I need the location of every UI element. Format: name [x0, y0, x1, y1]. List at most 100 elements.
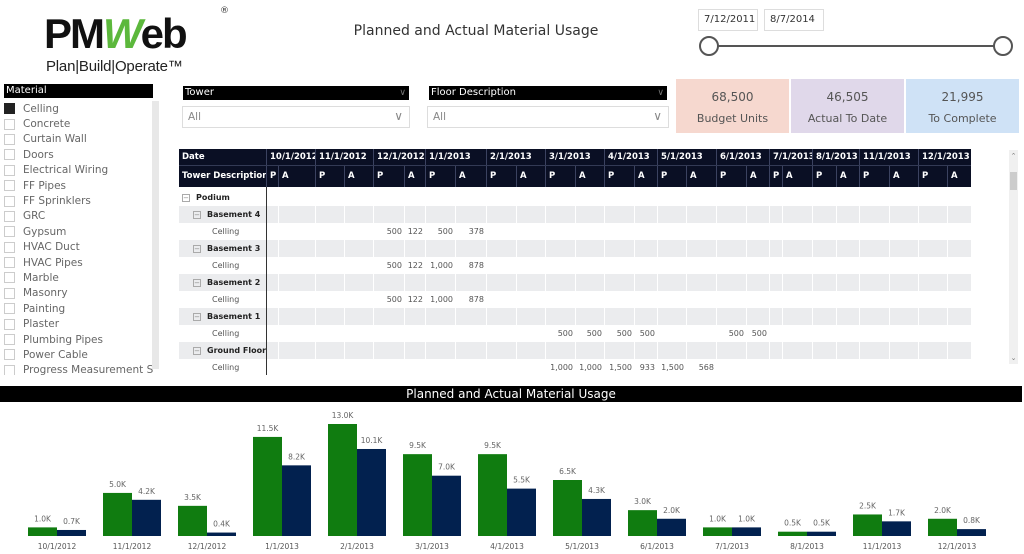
material-slicer-item[interactable]: FF Sprinklers [4, 193, 154, 208]
material-slicer-item[interactable]: Painting [4, 301, 154, 316]
actual-bar[interactable] [132, 499, 161, 536]
actual-bar[interactable] [282, 465, 311, 536]
checkbox[interactable] [4, 133, 15, 145]
actual-bar[interactable] [882, 521, 911, 536]
matrix-planned-header[interactable]: P [918, 166, 947, 187]
actual-bar[interactable] [357, 448, 386, 536]
checkbox[interactable] [4, 149, 15, 161]
material-slicer-item[interactable]: Doors [4, 147, 154, 162]
checkbox[interactable] [4, 180, 15, 192]
material-slicer-item[interactable]: Masonry [4, 286, 154, 301]
matrix-planned-header[interactable]: P [716, 166, 746, 187]
checkbox[interactable] [4, 303, 15, 315]
planned-bar[interactable] [178, 505, 207, 536]
material-slicer-item[interactable]: Celling [4, 101, 154, 116]
matrix-actual-header[interactable]: A [516, 166, 545, 187]
checkbox[interactable] [4, 272, 15, 284]
material-slicer-item[interactable]: HVAC Duct [4, 240, 154, 255]
checkbox[interactable] [4, 349, 15, 361]
matrix-date-header[interactable]: 11/1/2012 [315, 149, 373, 165]
planned-bar[interactable] [403, 454, 432, 536]
matrix-date-header[interactable]: 1/1/2013 [425, 149, 486, 165]
planned-bar[interactable] [328, 424, 357, 536]
checkbox[interactable] [4, 257, 15, 269]
actual-bar[interactable] [582, 498, 611, 536]
checkbox[interactable] [4, 287, 15, 299]
matrix-actual-header[interactable]: A [782, 166, 812, 187]
start-date-input[interactable]: 7/12/2011 [698, 9, 758, 31]
material-slicer-item[interactable]: Progress Measurement Sys [4, 363, 154, 375]
planned-bar[interactable] [28, 527, 57, 536]
checkbox[interactable] [4, 210, 15, 222]
end-date-input[interactable]: 8/7/2014 [764, 9, 824, 31]
actual-bar[interactable] [957, 529, 986, 536]
checkbox[interactable] [4, 195, 15, 207]
matrix-date-header[interactable]: 8/1/2013 [812, 149, 859, 165]
planned-bar[interactable] [553, 480, 582, 536]
planned-bar[interactable] [103, 492, 132, 536]
matrix-actual-header[interactable]: A [889, 166, 918, 187]
matrix-actual-header[interactable]: A [344, 166, 373, 187]
material-slicer-item[interactable]: GRC [4, 209, 154, 224]
date-slider-start-handle[interactable] [699, 36, 719, 56]
matrix-actual-header[interactable]: A [575, 166, 604, 187]
planned-bar[interactable] [478, 454, 507, 536]
collapse-icon[interactable]: − [193, 244, 201, 253]
planned-bar[interactable] [778, 531, 807, 536]
planned-bar[interactable] [253, 436, 282, 536]
matrix-actual-header[interactable]: A [947, 166, 970, 187]
collapse-icon[interactable]: − [193, 312, 201, 321]
matrix-actual-header[interactable]: A [686, 166, 716, 187]
matrix-date-header[interactable]: 10/1/2012 [266, 149, 315, 165]
matrix-planned-header[interactable]: P [486, 166, 516, 187]
matrix-date-header[interactable]: 6/1/2013 [716, 149, 769, 165]
actual-bar[interactable] [507, 488, 536, 536]
material-slicer-item[interactable]: Electrical Wiring [4, 163, 154, 178]
matrix-planned-header[interactable]: P [657, 166, 686, 187]
material-slicer-item[interactable]: Plaster [4, 316, 154, 331]
checkbox[interactable] [4, 118, 15, 130]
matrix-planned-header[interactable]: P [812, 166, 836, 187]
matrix-scrollbar[interactable]: ⌃ ⌄ [1009, 150, 1018, 364]
matrix-actual-header[interactable]: A [278, 166, 315, 187]
matrix-date-header[interactable]: 11/1/2013 [859, 149, 918, 165]
matrix-date-header[interactable]: 7/1/2013 [769, 149, 812, 165]
matrix-planned-header[interactable]: P [859, 166, 889, 187]
matrix-planned-header[interactable]: P [425, 166, 455, 187]
actual-bar[interactable] [807, 531, 836, 536]
material-slicer-item[interactable]: FF Pipes [4, 178, 154, 193]
material-slicer-item[interactable]: Curtain Wall [4, 132, 154, 147]
matrix-planned-header[interactable]: P [373, 166, 404, 187]
planned-bar[interactable] [703, 527, 732, 536]
checkbox[interactable] [4, 364, 15, 375]
checkbox[interactable] [4, 334, 15, 346]
scroll-up-icon[interactable]: ⌃ [1009, 152, 1018, 160]
material-slicer-item[interactable]: Gypsum [4, 224, 154, 239]
scroll-thumb[interactable] [1010, 172, 1017, 190]
actual-bar[interactable] [732, 527, 761, 536]
matrix-date-header[interactable]: 5/1/2013 [657, 149, 716, 165]
actual-bar[interactable] [432, 475, 461, 536]
matrix-planned-header[interactable]: P [266, 166, 278, 187]
actual-bar[interactable] [207, 532, 236, 536]
collapse-icon[interactable]: − [193, 346, 201, 355]
date-slider-track[interactable] [708, 45, 1004, 47]
material-slicer-item[interactable]: Marble [4, 270, 154, 285]
matrix-actual-header[interactable]: A [634, 166, 657, 187]
actual-bar[interactable] [57, 529, 86, 536]
matrix-actual-header[interactable]: A [836, 166, 859, 187]
checkbox[interactable] [4, 226, 15, 238]
matrix-planned-header[interactable]: P [315, 166, 344, 187]
collapse-icon[interactable]: − [193, 210, 201, 219]
planned-bar[interactable] [628, 510, 657, 536]
matrix-actual-header[interactable]: A [404, 166, 425, 187]
matrix-planned-header[interactable]: P [604, 166, 634, 187]
matrix-date-header[interactable]: 2/1/2013 [486, 149, 545, 165]
matrix-date-header[interactable]: 3/1/2013 [545, 149, 604, 165]
actual-bar[interactable] [657, 518, 686, 536]
planned-bar[interactable] [853, 514, 882, 536]
material-slicer-item[interactable]: Plumbing Pipes [4, 332, 154, 347]
matrix-date-header[interactable]: 12/1/2012 [373, 149, 425, 165]
collapse-icon[interactable]: − [182, 193, 190, 202]
matrix-date-header[interactable]: 4/1/2013 [604, 149, 657, 165]
